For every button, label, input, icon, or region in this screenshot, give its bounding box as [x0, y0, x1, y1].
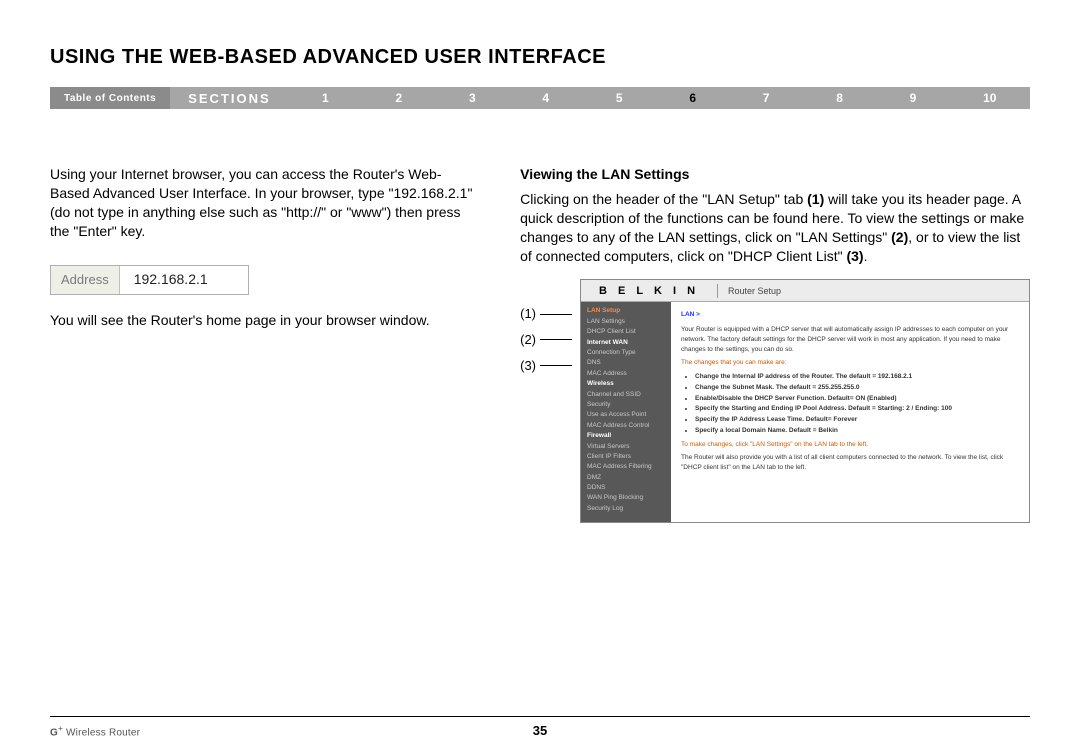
right-column: Viewing the LAN Settings Clicking on the…: [520, 165, 1030, 523]
nav-toc[interactable]: Table of Contents: [50, 87, 170, 109]
nav-section-8[interactable]: 8: [836, 91, 843, 105]
sidebar-lan-settings[interactable]: LAN Settings: [587, 317, 665, 327]
sidebar-ddns[interactable]: DDNS: [587, 483, 665, 493]
sidebar-dns[interactable]: DNS: [587, 358, 665, 368]
changes-list: Change the Internal IP address of the Ro…: [681, 372, 1019, 436]
left-column: Using your Internet browser, you can acc…: [50, 165, 480, 523]
nav-section-5[interactable]: 5: [616, 91, 623, 105]
router-sidebar: LAN Setup LAN Settings DHCP Client List …: [581, 302, 671, 522]
change-item: Enable/Disable the DHCP Server Function.…: [695, 394, 1019, 404]
sidebar-channel-ssid[interactable]: Channel and SSID: [587, 390, 665, 400]
address-label: Address: [51, 266, 120, 294]
section-nav: Table of Contents SECTIONS 1 2 3 4 5 6 7…: [50, 87, 1030, 109]
sidebar-internet-wan[interactable]: Internet WAN: [587, 338, 665, 348]
sidebar-conn-type[interactable]: Connection Type: [587, 348, 665, 358]
breadcrumb[interactable]: LAN >: [681, 310, 1019, 320]
sidebar-use-ap[interactable]: Use as Access Point: [587, 410, 665, 420]
nav-section-numbers: 1 2 3 4 5 6 7 8 9 10: [289, 87, 1030, 109]
router-setup-label: Router Setup: [728, 285, 781, 297]
router-intro: Your Router is equipped with a DHCP serv…: [681, 325, 1019, 354]
nav-section-10[interactable]: 10: [983, 91, 996, 105]
change-item: Change the Subnet Mask. The default = 25…: [695, 383, 1019, 393]
change-item: Specify the IP Address Lease Time. Defau…: [695, 415, 1019, 425]
sidebar-dhcp-client[interactable]: DHCP Client List: [587, 327, 665, 337]
apply-note: To make changes, click "LAN Settings" on…: [681, 440, 1019, 450]
nav-section-7[interactable]: 7: [763, 91, 770, 105]
nav-section-3[interactable]: 3: [469, 91, 476, 105]
callout-3: (3): [520, 357, 536, 375]
changes-header: The changes that you can make are:: [681, 358, 1019, 368]
sidebar-security-log[interactable]: Security Log: [587, 504, 665, 514]
page-title: USING THE WEB-BASED ADVANCED USER INTERF…: [50, 46, 1030, 69]
sidebar-client-filters[interactable]: Client IP Filters: [587, 452, 665, 462]
sidebar-mac-address[interactable]: MAC Address: [587, 369, 665, 379]
screenshot-with-callouts: (1) (2) (3) B E L K I N Router Setup LAN…: [520, 279, 1030, 523]
sidebar-mac-ctrl[interactable]: MAC Address Control: [587, 421, 665, 431]
homepage-note: You will see the Router's home page in y…: [50, 311, 480, 330]
sidebar-dmz[interactable]: DMZ: [587, 473, 665, 483]
nav-section-4[interactable]: 4: [542, 91, 549, 105]
change-item: Specify the Starting and Ending IP Pool …: [695, 404, 1019, 414]
sidebar-firewall[interactable]: Firewall: [587, 431, 665, 441]
lan-paragraph: Clicking on the header of the "LAN Setup…: [520, 190, 1030, 266]
change-item: Change the Internal IP address of the Ro…: [695, 372, 1019, 382]
sidebar-lan-setup[interactable]: LAN Setup: [587, 306, 665, 316]
router-main: LAN > Your Router is equipped with a DHC…: [671, 302, 1029, 522]
sidebar-virtual-servers[interactable]: Virtual Servers: [587, 442, 665, 452]
nav-section-1[interactable]: 1: [322, 91, 329, 105]
nav-section-6[interactable]: 6: [689, 91, 696, 105]
address-value[interactable]: 192.168.2.1: [120, 266, 248, 294]
callout-2: (2): [520, 331, 536, 349]
sidebar-mac-filtering[interactable]: MAC Address Filtering: [587, 462, 665, 472]
nav-section-2[interactable]: 2: [396, 91, 403, 105]
brand-logo: B E L K I N: [581, 284, 717, 299]
sidebar-wan-ping[interactable]: WAN Ping Blocking: [587, 493, 665, 503]
sidebar-security[interactable]: Security: [587, 400, 665, 410]
page-footer: G+ Wireless Router 35: [50, 716, 1030, 738]
intro-paragraph: Using your Internet browser, you can acc…: [50, 165, 480, 241]
sidebar-wireless[interactable]: Wireless: [587, 379, 665, 389]
lan-heading: Viewing the LAN Settings: [520, 165, 1030, 184]
address-bar: Address 192.168.2.1: [50, 265, 249, 295]
client-list-note: The Router will also provide you with a …: [681, 453, 1019, 473]
router-screenshot: B E L K I N Router Setup LAN Setup LAN S…: [580, 279, 1030, 523]
change-item: Specify a local Domain Name. Default = B…: [695, 426, 1019, 436]
nav-sections-label: SECTIONS: [170, 87, 288, 109]
page-number: 35: [533, 723, 547, 738]
callout-column: (1) (2) (3): [520, 279, 572, 523]
nav-section-9[interactable]: 9: [910, 91, 917, 105]
callout-1: (1): [520, 305, 536, 323]
product-name: G+ Wireless Router: [50, 723, 140, 738]
